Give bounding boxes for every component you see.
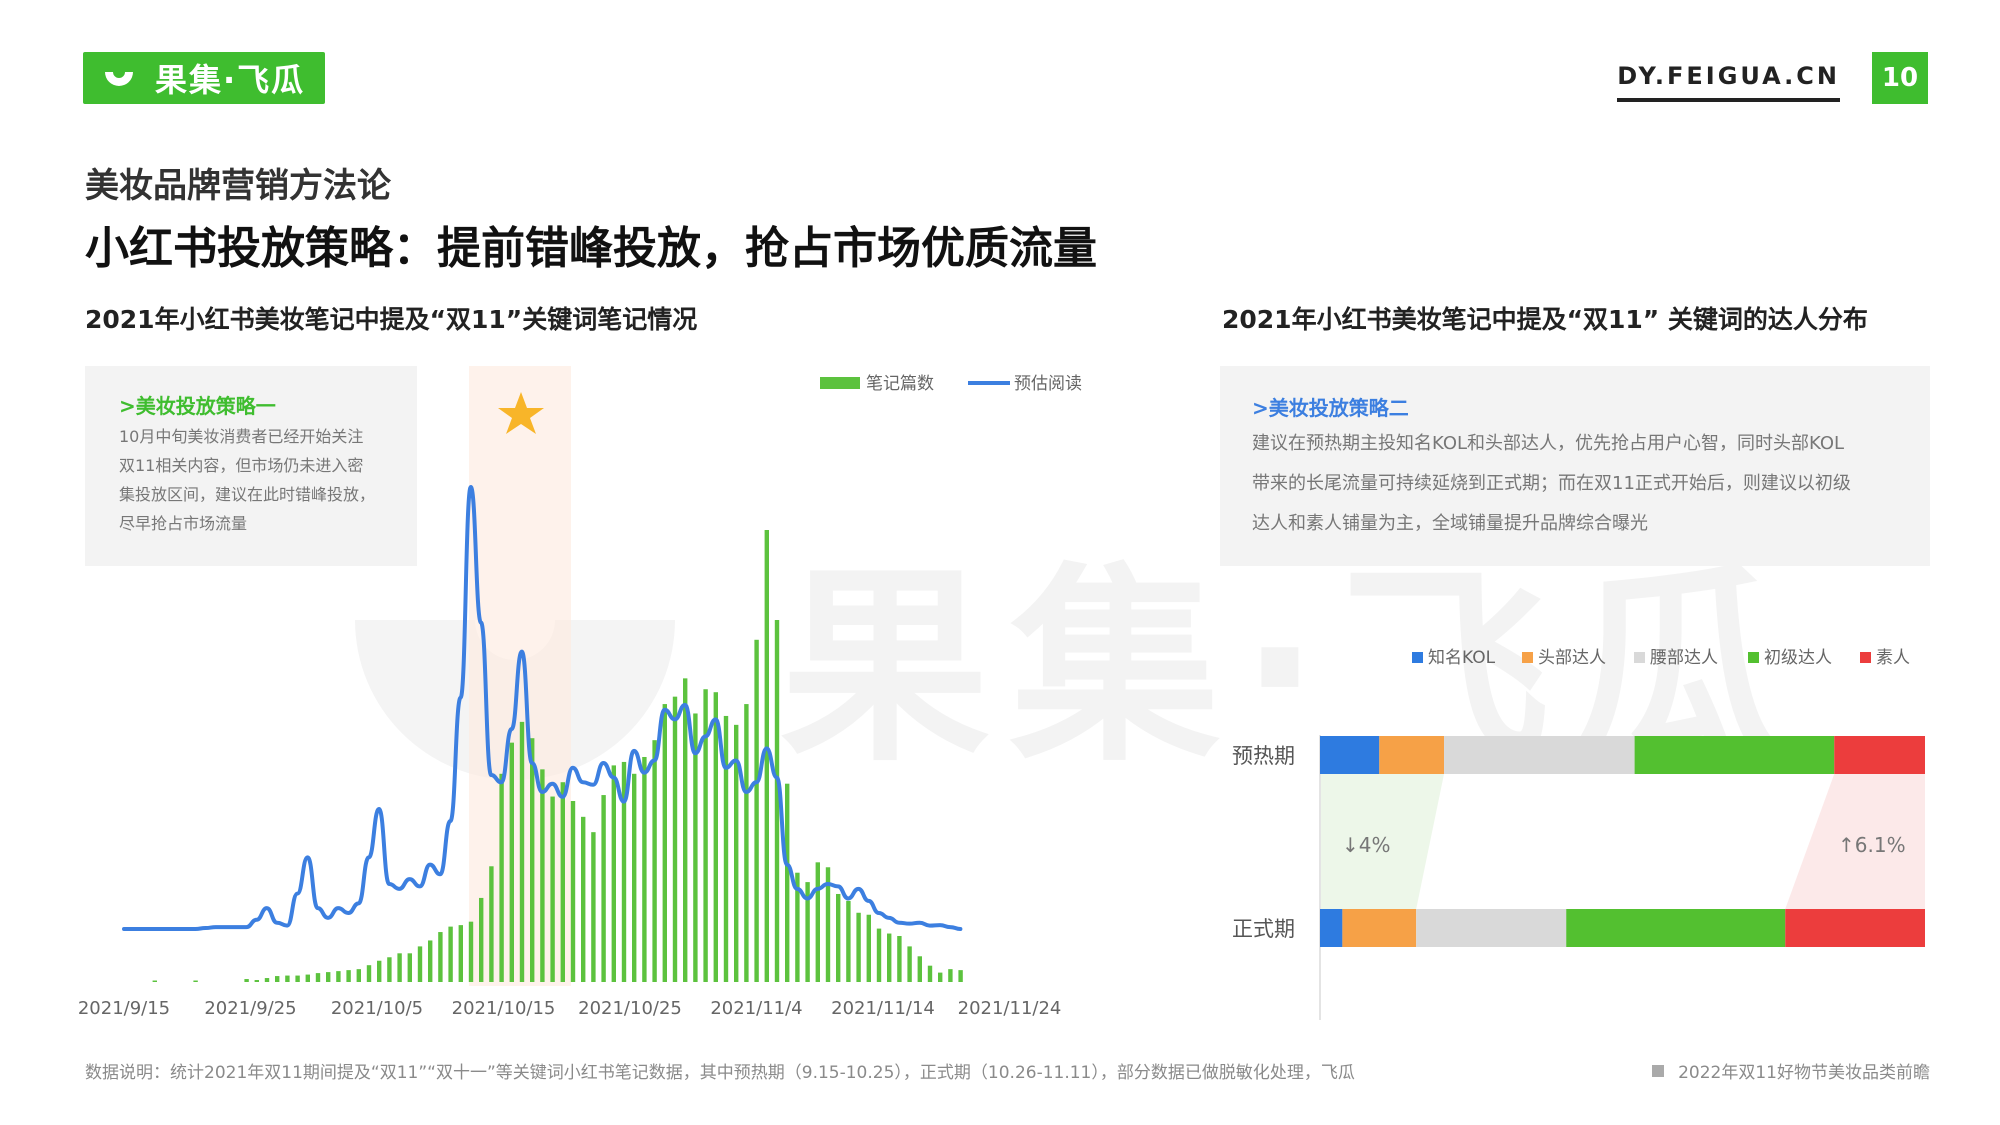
report-footer: 2022年双11好物节美妆品类前瞻 [1652,1058,1930,1083]
stacked-segment [1834,736,1925,774]
stacked-segment [1785,909,1925,947]
stacked-segment [1342,909,1417,947]
stacked-segment [1444,736,1635,774]
legend-label: 素人 [1876,648,1910,668]
stacked-segment [1566,909,1786,947]
stacked-segment [1320,736,1380,774]
category-label: 正式期 [1232,917,1295,941]
change-label-up: ↑6.1% [1838,833,1906,857]
stacked-segment [1320,909,1343,947]
category-label: 预热期 [1232,744,1295,768]
stacked-segment [1416,909,1567,947]
data-footnote: 数据说明：统计2021年双11期间提及“双11”“双十一”等关键词小红书笔记数据… [85,1063,1355,1083]
change-label-down: ↓4% [1342,833,1391,857]
legend-label: 知名KOL [1428,648,1496,668]
influencer-distribution-chart: 知名KOL 头部达人 腰部达人 初级达人 素人 预热期正式期 ↓4% ↑6.1% [1232,648,1925,1020]
legend-swatch [1412,652,1423,663]
legend-swatch [1748,652,1759,663]
legend-swatch [1634,652,1645,663]
legend-swatch [1522,652,1533,663]
stacked-segment [1379,736,1445,774]
legend-label: 初级达人 [1764,648,1832,668]
legend-swatch [1860,652,1871,663]
legend-label: 头部达人 [1538,648,1606,668]
footer-square-icon [1652,1064,1665,1077]
report-name: 2022年双11好物节美妆品类前瞻 [1678,1063,1930,1083]
legend-label: 腰部达人 [1650,648,1718,668]
stacked-segment [1634,736,1835,774]
